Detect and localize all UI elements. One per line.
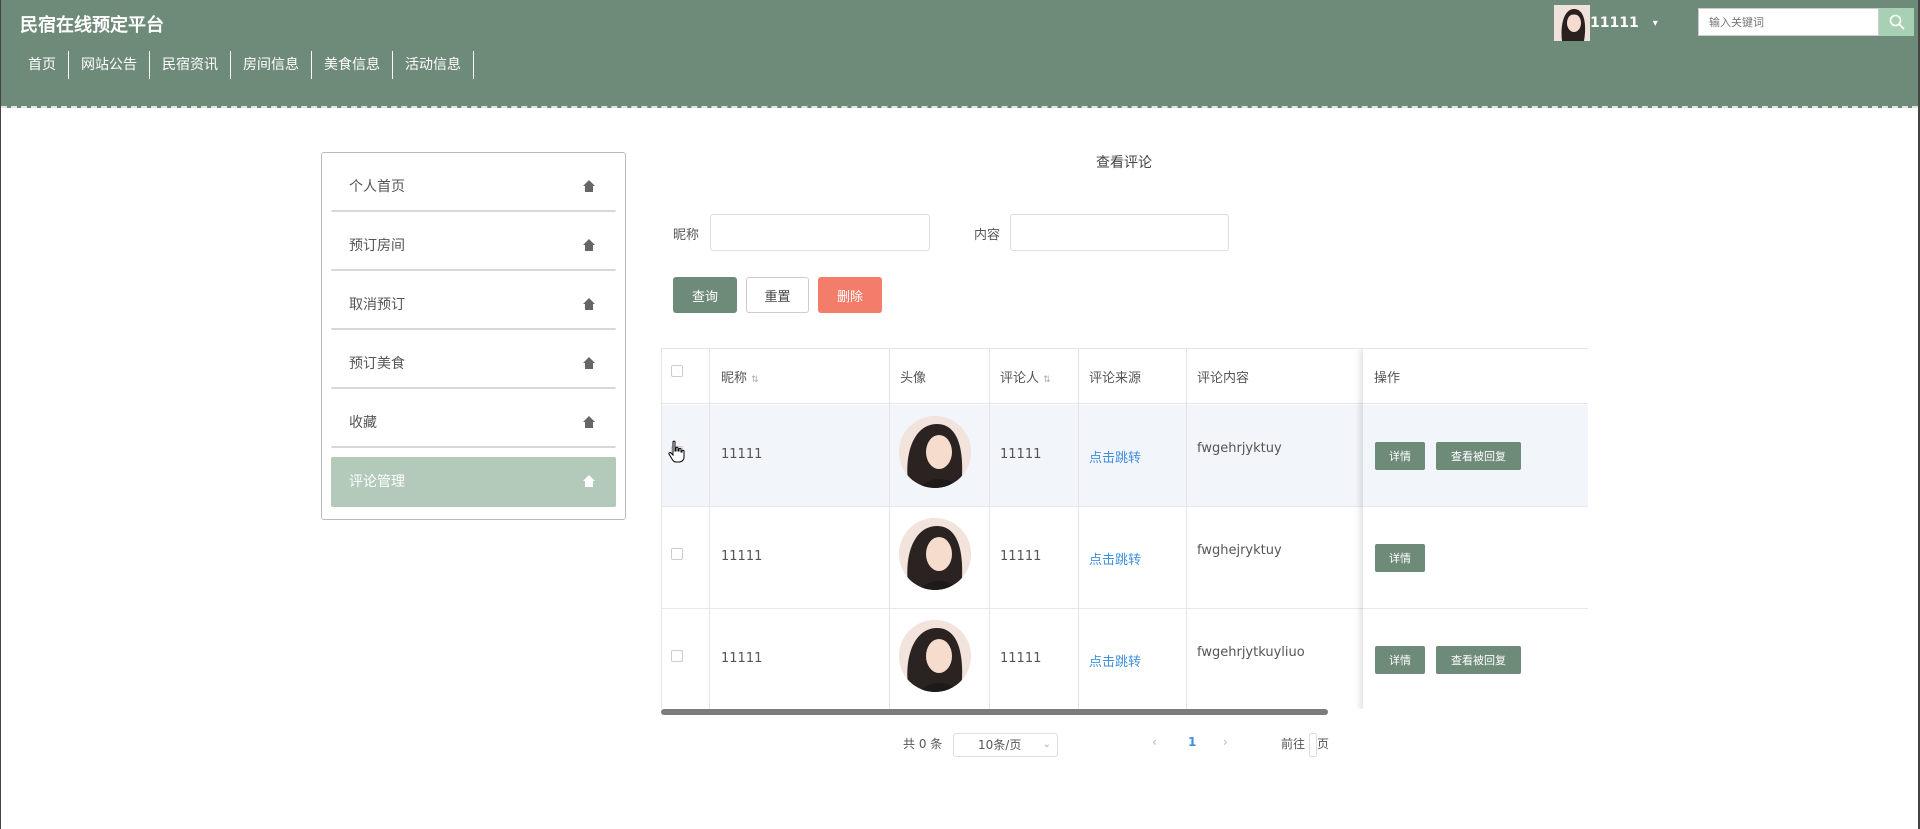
home-icon [583, 357, 595, 369]
divider [709, 349, 710, 709]
hand-cursor-icon [668, 440, 685, 463]
sidebar-item-favorites[interactable]: 收藏 [331, 398, 616, 448]
content-label: 内容 [974, 228, 1001, 243]
detail-button[interactable]: 详情 [1375, 646, 1425, 674]
view-replies-button[interactable]: 查看被回复 [1436, 646, 1521, 674]
cell-nickname: 11111 [721, 651, 763, 666]
sidebar-item-comments[interactable]: 评论管理 [331, 457, 616, 507]
header-source: 评论来源 [1089, 371, 1142, 386]
sidebar-item-label: 取消预订 [349, 297, 405, 313]
nav-home[interactable]: 首页 [16, 51, 69, 79]
horizontal-scrollbar[interactable] [661, 709, 1328, 715]
nav-activities[interactable]: 活动信息 [393, 51, 474, 79]
actions-cell: 详情 查看被回复 [1363, 609, 1588, 709]
cell-commenter: 11111 [1000, 651, 1042, 666]
source-link[interactable]: 点击跳转 [1089, 447, 1141, 466]
header-content: 评论内容 [1197, 371, 1250, 386]
header-avatar: 头像 [900, 371, 927, 386]
nav-rooms[interactable]: 房间信息 [231, 51, 312, 79]
divider [889, 349, 890, 709]
delete-button[interactable]: 删除 [818, 277, 882, 313]
nickname-input[interactable] [710, 214, 930, 251]
detail-button[interactable]: 详情 [1375, 544, 1425, 572]
username: 11111 [1590, 15, 1639, 31]
cell-content: fwgehrjytkuyliuo [1197, 645, 1305, 660]
sidebar-item-book-room[interactable]: 预订房间 [331, 221, 616, 271]
site-title: 民宿在线预定平台 [20, 15, 164, 36]
cell-commenter: 11111 [1000, 549, 1042, 564]
row-checkbox[interactable] [671, 548, 683, 560]
home-icon [583, 298, 595, 310]
sidebar-item-label: 预订房间 [349, 238, 405, 254]
sort-icon: ⇅ [1043, 375, 1051, 385]
cell-content: fwghejryktuy [1197, 543, 1282, 558]
goto-suffix: 页 [1317, 737, 1330, 751]
actions-cell: 详情 查看被回复 [1363, 405, 1588, 507]
avatar [899, 416, 971, 488]
page-size-value: 10条/页 [978, 738, 1022, 752]
comments-table: 昵称 ⇅ 头像 评论人 ⇅ 评论来源 评论内容 操作 11111 11111 点… [661, 348, 1588, 709]
sidebar-item-label: 预订美食 [349, 356, 405, 372]
source-link[interactable]: 点击跳转 [1089, 651, 1141, 670]
goto-label: 前往 [1281, 737, 1306, 751]
detail-button[interactable]: 详情 [1375, 442, 1425, 470]
sidebar-item-label: 收藏 [349, 415, 377, 431]
nickname-label: 昵称 [673, 228, 700, 243]
user-avatar [1554, 5, 1590, 41]
sidebar-item-label: 评论管理 [349, 474, 405, 490]
content-input[interactable] [1010, 214, 1229, 251]
divider [989, 349, 990, 709]
sidebar-item-cancel-booking[interactable]: 取消预订 [331, 280, 616, 330]
page-size-select[interactable]: 10条/页 ⌄ [953, 733, 1058, 757]
sidebar-item-profile[interactable]: 个人首页 [331, 162, 616, 212]
avatar [899, 620, 971, 692]
cell-nickname: 11111 [721, 549, 763, 564]
select-all-checkbox[interactable] [671, 365, 683, 377]
view-replies-button[interactable]: 查看被回复 [1436, 442, 1521, 470]
top-header: 民宿在线预定平台 首页 网站公告 民宿资讯 房间信息 美食信息 活动信息 111… [1, 0, 1918, 108]
search-button[interactable] [1879, 8, 1914, 36]
sidebar-item-book-food[interactable]: 预订美食 [331, 339, 616, 389]
page-title: 查看评论 [1096, 155, 1152, 171]
header-nickname[interactable]: 昵称 ⇅ [721, 367, 759, 386]
cell-nickname: 11111 [721, 447, 763, 462]
chevron-down-icon: ▾ [1652, 17, 1658, 29]
sidebar-item-label: 个人首页 [349, 179, 405, 195]
home-icon [583, 475, 595, 487]
user-menu[interactable]: 11111 ▾ [1554, 5, 1658, 41]
nav-announcements[interactable]: 网站公告 [69, 51, 150, 79]
chevron-down-icon: ⌄ [1042, 739, 1051, 750]
cell-content: fwgehrjyktuy [1197, 441, 1282, 456]
divider [661, 349, 662, 709]
goto-page-input[interactable] [1309, 733, 1317, 757]
cell-commenter: 11111 [1000, 447, 1042, 462]
divider [1186, 349, 1187, 709]
row-checkbox[interactable] [671, 650, 683, 662]
total-count: 共 0 条 [903, 737, 943, 751]
header-commenter[interactable]: 评论人 ⇅ [1000, 367, 1051, 386]
search-icon [1889, 14, 1905, 30]
prev-page-icon[interactable]: ‹ [1152, 735, 1157, 749]
home-icon [583, 416, 595, 428]
nav-news[interactable]: 民宿资讯 [150, 51, 231, 79]
query-button[interactable]: 查询 [673, 277, 737, 313]
search-input[interactable] [1698, 8, 1879, 36]
home-icon [583, 239, 595, 251]
actions-column: 详情 查看被回复 详情 详情 查看被回复 [1363, 349, 1588, 709]
home-icon [583, 180, 595, 192]
next-page-icon[interactable]: › [1223, 735, 1228, 749]
source-link[interactable]: 点击跳转 [1089, 549, 1141, 568]
reset-button[interactable]: 重置 [746, 277, 809, 313]
current-page[interactable]: 1 [1188, 735, 1196, 749]
actions-cell: 详情 [1363, 507, 1588, 609]
sort-icon: ⇅ [751, 375, 759, 385]
main-nav: 首页 网站公告 民宿资讯 房间信息 美食信息 活动信息 [16, 51, 474, 79]
divider [1078, 349, 1079, 709]
nav-food[interactable]: 美食信息 [312, 51, 393, 79]
avatar [899, 518, 971, 590]
sidebar: 个人首页 预订房间 取消预订 预订美食 收藏 评论管理 [321, 152, 626, 520]
